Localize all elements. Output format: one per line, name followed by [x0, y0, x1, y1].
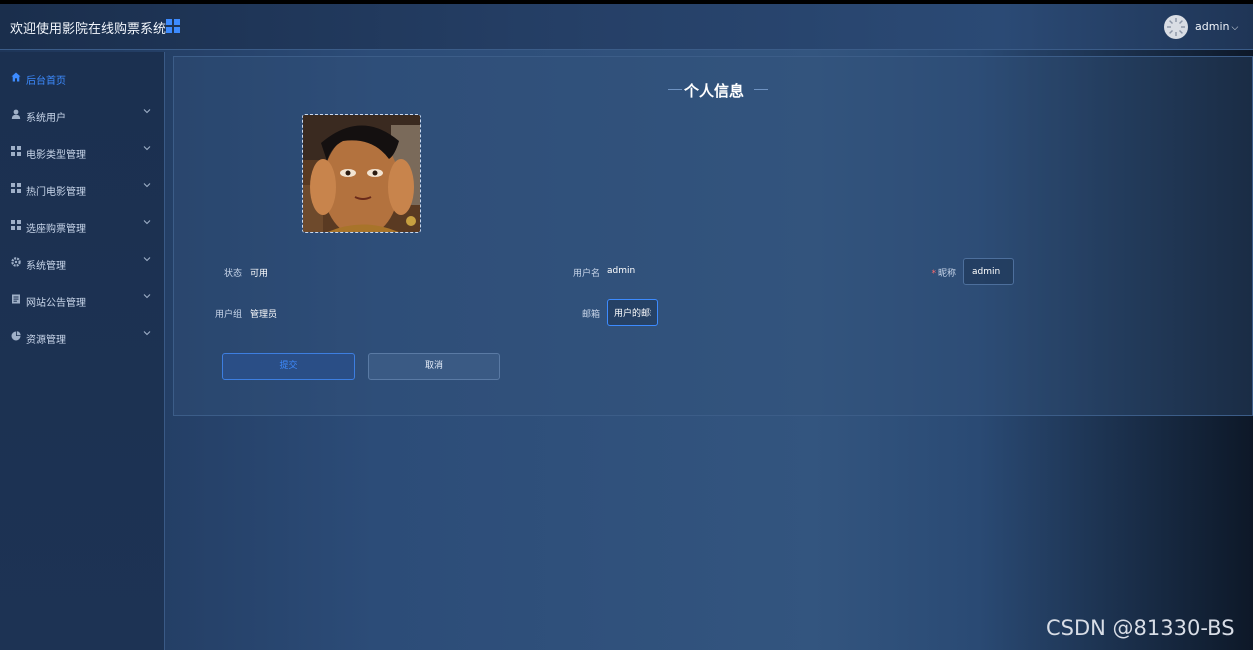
app-title: 欢迎使用影院在线购票系统	[10, 22, 167, 37]
sidebar-item-system-management[interactable]: 系统管理	[0, 247, 165, 277]
submit-button[interactable]: 提交	[222, 353, 355, 380]
sidebar-item-label: 选座购票管理	[26, 224, 86, 235]
user-name: admin	[1195, 20, 1230, 33]
chevron-down-icon: ⌵	[1231, 23, 1239, 33]
pie-chart-icon	[11, 331, 21, 341]
sidebar-item-home[interactable]: 后台首页	[0, 62, 165, 92]
usergroup-value: 管理员	[250, 310, 278, 320]
avatar[interactable]	[1164, 15, 1188, 39]
nickname-label: * 昵称	[900, 266, 956, 279]
chevron-down-icon	[142, 254, 152, 264]
username-label: 用户名	[572, 269, 600, 279]
top-header: 欢迎使用影院在线购票系统 admin ⌵	[0, 4, 1253, 50]
cancel-button[interactable]: 取消	[368, 353, 500, 380]
usergroup-label: 用户组	[214, 310, 242, 320]
document-icon	[11, 294, 21, 304]
chevron-down-icon	[142, 328, 152, 338]
grid-icon	[11, 220, 21, 230]
sidebar-item-label: 系统管理	[26, 261, 66, 272]
nickname-label-text: 昵称	[937, 269, 956, 279]
sidebar-item-label: 热门电影管理	[26, 187, 86, 198]
page-title: 个人信息	[684, 82, 745, 100]
sidebar-item-announcements[interactable]: 网站公告管理	[0, 284, 165, 314]
chevron-down-icon	[142, 291, 152, 301]
watermark: CSDN @81330-BS	[1046, 616, 1235, 640]
sidebar-item-seat-booking[interactable]: 选座购票管理	[0, 210, 165, 240]
username-value: admin	[607, 266, 636, 276]
chevron-down-icon	[142, 217, 152, 227]
sidebar-item-label: 系统用户	[26, 113, 66, 124]
sidebar-item-resources[interactable]: 资源管理	[0, 321, 165, 351]
sidebar-item-label: 网站公告管理	[26, 298, 86, 309]
user-icon	[11, 109, 21, 119]
status-label: 状态	[223, 269, 242, 279]
email-input[interactable]	[607, 299, 658, 326]
profile-photo[interactable]	[302, 114, 421, 233]
sidebar-item-movie-types[interactable]: 电影类型管理	[0, 136, 165, 166]
home-icon	[11, 72, 21, 82]
required-asterisk: *	[931, 269, 936, 279]
email-label: 邮箱	[581, 310, 600, 320]
sidebar-item-hot-movies[interactable]: 热门电影管理	[0, 173, 165, 203]
sidebar: 后台首页 系统用户 电影类型管理 热门电影管理 选座购票管理 系统管理 网站公告…	[0, 52, 165, 650]
chevron-down-icon	[142, 143, 152, 153]
title-divider	[668, 89, 682, 90]
sidebar-item-system-users[interactable]: 系统用户	[0, 99, 165, 129]
grid-icon	[11, 183, 21, 193]
page-title-wrap: 个人信息	[668, 80, 768, 100]
chevron-down-icon	[142, 180, 152, 190]
grid-icon[interactable]	[166, 18, 180, 33]
sidebar-item-label: 资源管理	[26, 335, 66, 346]
nickname-input[interactable]	[963, 258, 1014, 285]
title-divider	[754, 89, 768, 90]
gear-icon	[11, 257, 21, 267]
sidebar-item-label: 电影类型管理	[26, 150, 86, 161]
user-menu[interactable]: admin ⌵	[1195, 20, 1238, 33]
status-value: 可用	[250, 269, 269, 279]
grid-icon	[11, 146, 21, 156]
sidebar-item-label: 后台首页	[26, 76, 66, 87]
chevron-down-icon	[142, 106, 152, 116]
